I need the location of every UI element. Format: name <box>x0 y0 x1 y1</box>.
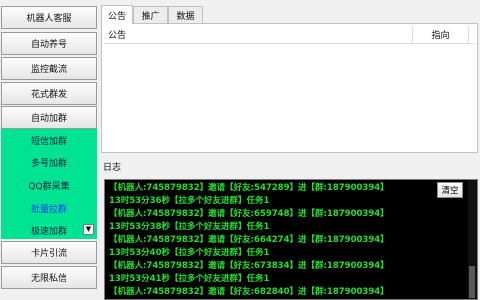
log-scrollbar[interactable] <box>468 180 477 299</box>
log-line: 13时53分41秒【拉多个好友进群】任务1 <box>109 274 270 284</box>
nav-unlimited-dm-button[interactable]: 无限私信 <box>1 266 97 289</box>
tab-announcement[interactable]: 公告 <box>101 5 133 24</box>
submenu-item-sms-join[interactable]: 短信加群 <box>1 131 97 149</box>
nav-fancy-broadcast-button[interactable]: 花式群发 <box>1 82 97 105</box>
submenu-item-batch-pull-group[interactable]: 批量拉群 <box>1 199 97 217</box>
sidebar: 机器人客服 自动养号 监控截流 花式群发 自动加群 短信加群 多号加群 QQ群采… <box>0 0 99 300</box>
announcement-table: 公告 指向 <box>101 23 478 153</box>
log-title: 日志 <box>103 163 122 173</box>
auto-join-submenu: 短信加群 多号加群 QQ群采集 批量拉群 极速加群 <box>1 129 97 239</box>
clear-log-button[interactable]: 清空 <box>437 182 463 198</box>
log-line: 【机器人:745879832】邀请【好友:673834】进【群:18790039… <box>109 261 389 271</box>
tab-data[interactable]: 数据 <box>168 6 203 24</box>
chevron-down-icon[interactable]: ▼ <box>83 224 94 235</box>
log-line: 【机器人:745879832】邀请【好友:682840】进【群:18790039… <box>109 287 389 297</box>
column-header-announcement[interactable]: 公告 <box>104 26 413 43</box>
nav-auto-join-group-button[interactable]: 自动加群 <box>1 106 97 129</box>
log-line: 13时53分40秒【拉多个好友进群】任务1 <box>109 248 270 258</box>
log-console: 【机器人:745879832】邀请【好友:547289】进【群:18790039… <box>104 179 478 300</box>
nav-robot-service-button[interactable]: 机器人客服 <box>1 6 97 29</box>
submenu-item-multi-account-join[interactable]: 多号加群 <box>1 153 97 171</box>
column-header-target[interactable]: 指向 <box>413 26 469 43</box>
tab-promotion[interactable]: 推广 <box>133 6 168 24</box>
submenu-item-qq-group-collect[interactable]: QQ群采集 <box>1 176 97 194</box>
log-line: 【机器人:745879832】邀请【好友:659748】进【群:18790039… <box>109 209 389 219</box>
nav-auto-nurture-button[interactable]: 自动养号 <box>1 32 97 55</box>
nav-monitor-intercept-button[interactable]: 监控截流 <box>1 57 97 80</box>
announcement-table-header: 公告 指向 <box>104 26 475 44</box>
log-line: 【机器人:745879832】邀请【好友:664274】进【群:18790039… <box>109 235 389 245</box>
log-line: 【机器人:745879832】邀请【好友:547289】进【群:18790039… <box>109 183 389 193</box>
log-scrollbar-thumb[interactable] <box>469 266 475 298</box>
log-line: 13时53分36秒【拉多个好友进群】任务1 <box>109 196 270 206</box>
nav-card-traffic-button[interactable]: 卡片引流 <box>1 241 97 264</box>
log-line: 13时53分38秒【拉多个好友进群】任务1 <box>109 222 270 232</box>
